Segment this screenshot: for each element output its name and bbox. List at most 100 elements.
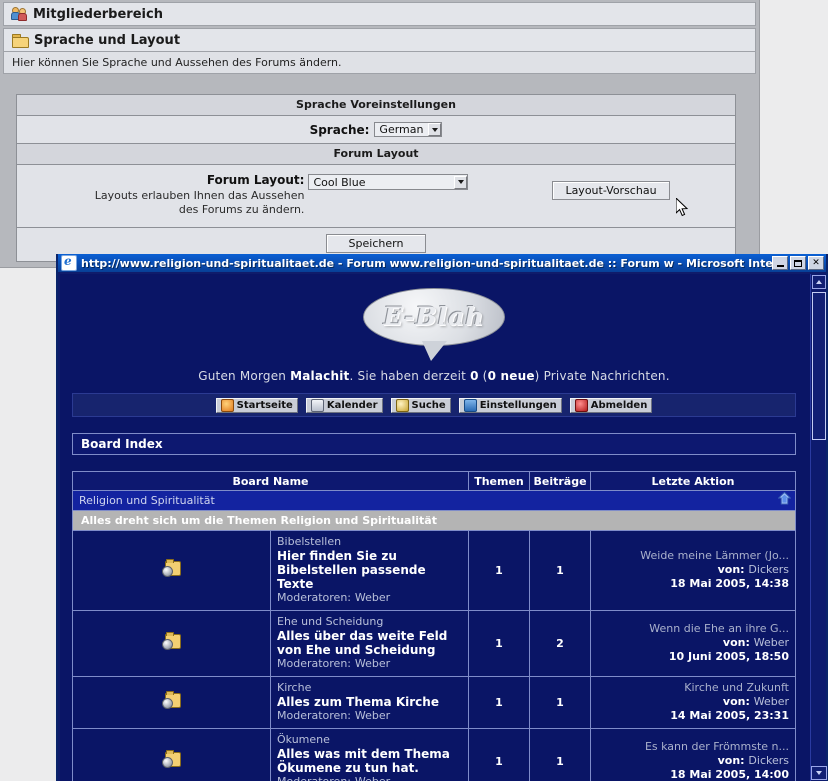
last-author: von: Dickers [597,754,789,768]
settings-icon [463,398,477,412]
beitraege-count: 2 [529,610,591,677]
folder-board-icon [162,632,181,650]
mods-label: Moderatoren: [277,709,352,722]
layout-label: Forum Layout: [206,173,305,187]
mods-label: Moderatoren: [277,591,352,604]
last-topic[interactable]: Kirche und Zukunft [597,681,789,695]
scroll-up-button[interactable] [811,275,826,289]
board-moderators: Moderatoren: Weber [277,591,462,605]
category-row[interactable]: Religion und Spiritualität [72,490,796,511]
last-author-value: Dickers [748,563,789,576]
layout-help-text: Layouts erlauben Ihnen das Aussehen des … [94,189,305,216]
last-author-value: Dickers [748,754,789,767]
board-name[interactable]: Kirche [277,681,462,695]
board-name[interactable]: Ehe und Scheidung [277,615,462,629]
board-title[interactable]: Hier finden Sie zu Bibelstellen passende… [277,549,462,591]
table-row[interactable]: Kirche Alles zum Thema Kirche Moderatore… [72,676,796,729]
board-index-title: Board Index [72,433,796,455]
nav-suche[interactable]: Suche [390,397,451,413]
last-author: von: Weber [597,695,789,709]
settings-panel: Sprache Voreinstellungen Sprache: German… [16,94,736,262]
themen-count: 1 [468,610,530,677]
nav-label: Abmelden [590,399,648,411]
themen-count: 1 [468,530,530,611]
last-topic[interactable]: Es kann der Frömmste n... [597,740,789,754]
language-label: Sprache: [309,122,370,137]
last-author-value: Weber [753,695,789,708]
maximize-button[interactable] [790,256,806,270]
last-topic[interactable]: Wenn die Ehe an ihre G... [597,622,789,636]
pm-new-count: 0 neue [487,369,535,383]
internet-explorer-icon [61,254,77,271]
greeting-line: Guten Morgen Malachit. Sie haben derzeit… [60,369,808,383]
greeting-middle: . Sie haben derzeit [349,369,471,383]
mods-value: Weber [355,775,390,781]
von-label: von: [717,754,745,767]
scroll-down-button[interactable] [811,766,827,780]
mods-value: Weber [354,657,391,670]
last-date: 14 Mai 2005, 23:31 [670,709,789,722]
table-header-row: Board Name Themen Beiträge Letzte Aktion [72,471,796,491]
board-title[interactable]: Alles was mit dem Thema Ökumene zu tun h… [277,747,462,775]
nav-kalender[interactable]: Kalender [305,397,383,413]
minimize-button[interactable] [772,256,788,270]
language-section-heading: Sprache Voreinstellungen [17,95,735,116]
greeting-suffix: Private Nachrichten. [543,369,670,383]
last-author: von: Weber [597,636,789,650]
category-description: Alles dreht sich um die Themen Religion … [72,510,796,531]
board-name[interactable]: Ökumene [277,733,462,747]
greeting-username: Malachit [290,369,350,383]
von-label: von: [717,563,745,576]
browser-titlebar[interactable]: http://www.religion-und-spiritualitaet.d… [58,254,826,272]
search-icon [395,398,409,412]
table-row[interactable]: Ökumene Alles was mit dem Thema Ökumene … [72,728,796,781]
mods-label: Moderatoren: [277,775,351,781]
nav-abmelden[interactable]: Abmelden [569,397,653,413]
mods-label: Moderatoren: [277,657,352,670]
category-name: Religion und Spiritualität [79,494,215,507]
col-themen: Themen [468,471,530,491]
pm-count: 0 [470,369,479,383]
board-moderators: Moderatoren: Weber [277,775,462,781]
layout-preview-button[interactable]: Layout-Vorschau [552,181,670,200]
section-description: Hier können Sie Sprache und Aussehen des… [3,52,756,74]
window-controls: ✕ [772,256,824,270]
themen-count: 1 [468,728,530,781]
page-title: Mitgliederbereich [33,6,163,22]
board-title[interactable]: Alles zum Thema Kirche [277,695,462,709]
language-select-value: German [379,123,424,136]
layout-section-heading: Forum Layout [17,144,735,165]
folder-board-icon [162,559,181,577]
home-arrow-icon[interactable] [778,492,791,505]
beitraege-count: 1 [529,728,591,781]
last-topic[interactable]: Weide meine Lämmer (Jo... [597,549,789,563]
col-beitraege: Beiträge [529,471,591,491]
board-title[interactable]: Alles über das weite Feld von Ehe und Sc… [277,629,462,657]
chevron-down-icon [428,123,442,136]
last-date: 18 Mai 2005, 14:38 [670,577,789,590]
vertical-scrollbar[interactable] [810,274,827,781]
home-icon [220,398,234,412]
scrollbar-thumb[interactable] [812,292,826,440]
save-button[interactable]: Speichern [325,234,427,253]
col-board-name: Board Name [72,471,469,491]
nav-einstellungen[interactable]: Einstellungen [458,397,562,413]
close-button[interactable]: ✕ [808,256,824,270]
users-icon [11,7,27,21]
language-select[interactable]: German [374,122,443,137]
board-name[interactable]: Bibelstellen [277,535,462,549]
folder-icon [12,33,29,48]
nav-label: Suche [411,399,446,411]
browser-window: http://www.religion-und-spiritualitaet.d… [56,254,828,781]
table-row[interactable]: Bibelstellen Hier finden Sie zu Bibelste… [72,530,796,611]
von-label: von: [722,695,750,708]
forum-logo: E-Blah [60,274,808,361]
layout-select[interactable]: Cool Blue [308,174,469,190]
table-row[interactable]: Ehe und Scheidung Alles über das weite F… [72,610,796,677]
board-table: Board Name Themen Beiträge Letzte Aktion… [72,471,796,781]
mods-value: Weber [354,709,391,722]
beitraege-count: 1 [529,530,591,611]
calendar-icon [310,398,324,412]
greeting-paren-open: ( [478,369,488,383]
nav-startseite[interactable]: Startseite [215,397,298,413]
